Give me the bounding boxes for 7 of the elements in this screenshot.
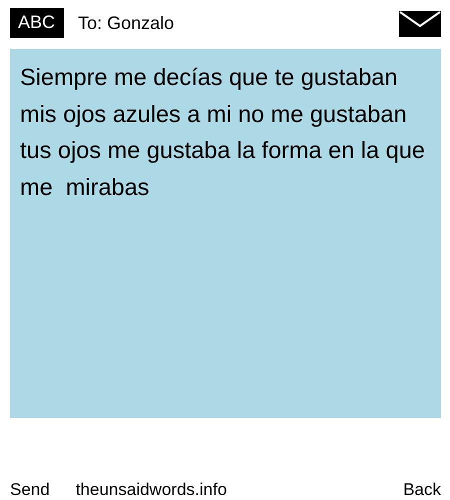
send-link[interactable]: Send	[10, 480, 50, 500]
envelope-icon	[399, 11, 441, 38]
abc-badge: ABC	[10, 8, 64, 38]
recipient-label: To: Gonzalo	[78, 12, 176, 34]
message-text: Siempre me decías que te gustaban mis ojos azules a mi no me gustaban tus ojos me gustaba la forma en la que me mirabas	[20, 63, 426, 202]
back-link[interactable]: Back	[403, 480, 441, 500]
website-label: theunsaidwords.info	[76, 480, 228, 500]
